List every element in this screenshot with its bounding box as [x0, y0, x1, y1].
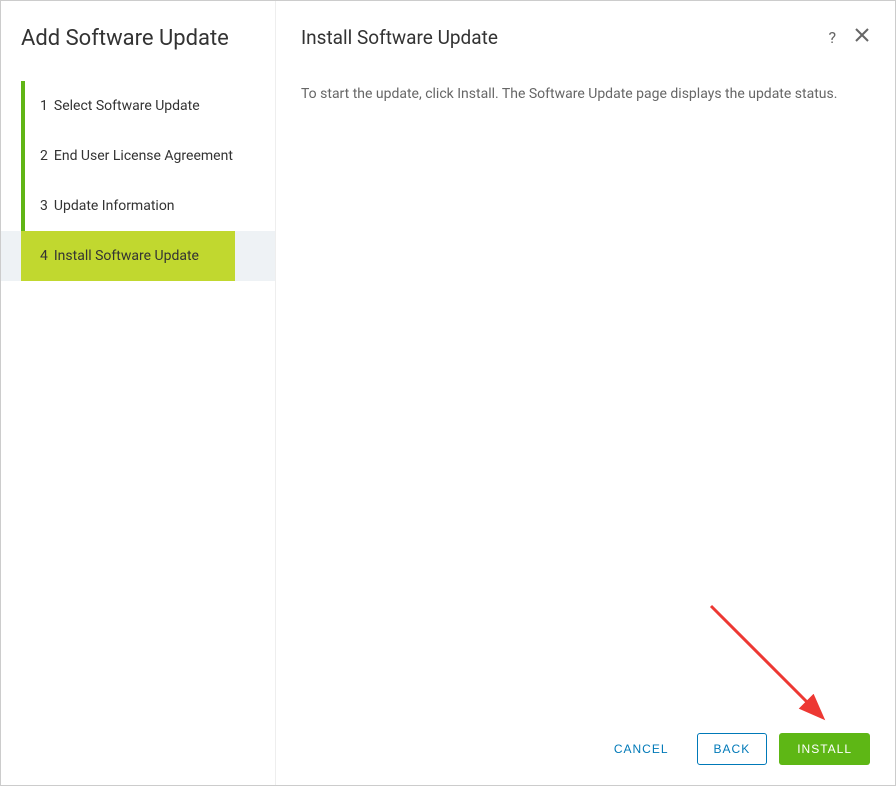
wizard-steps: 1 Select Software Update 2 End User Lice…: [1, 81, 275, 281]
step-select-software-update[interactable]: 1 Select Software Update: [1, 81, 275, 131]
step-eula[interactable]: 2 End User License Agreement: [1, 131, 275, 181]
step-label-wrapper: 4 Install Software Update: [25, 231, 235, 281]
install-button[interactable]: INSTALL: [779, 733, 870, 765]
step-update-information[interactable]: 3 Update Information: [1, 181, 275, 231]
header-actions: ?: [828, 27, 870, 48]
content-title: Install Software Update: [301, 26, 498, 49]
content-header: Install Software Update ?: [301, 26, 870, 49]
step-install-software-update[interactable]: 4 Install Software Update: [1, 231, 275, 281]
cancel-button[interactable]: CANCEL: [598, 733, 685, 765]
sidebar-title: Add Software Update: [1, 21, 275, 81]
step-label: Install Software Update: [54, 248, 199, 264]
step-number: 1: [40, 98, 48, 114]
step-label: Select Software Update: [54, 98, 200, 114]
wizard-sidebar: Add Software Update 1 Select Software Up…: [1, 1, 276, 785]
step-label: Update Information: [54, 198, 175, 214]
wizard-dialog: Add Software Update 1 Select Software Up…: [0, 0, 896, 786]
content-body: To start the update, click Install. The …: [301, 84, 870, 718]
step-label-wrapper: 1 Select Software Update: [25, 81, 235, 131]
step-number: 4: [40, 248, 48, 264]
step-number: 3: [40, 198, 48, 214]
step-label: End User License Agreement: [54, 148, 233, 164]
step-label-wrapper: 3 Update Information: [25, 181, 235, 231]
help-icon[interactable]: ?: [828, 28, 836, 47]
description-text: To start the update, click Install. The …: [301, 84, 861, 105]
wizard-main: Install Software Update ? To start the u…: [276, 1, 895, 785]
close-icon[interactable]: [854, 27, 870, 48]
step-number: 2: [40, 148, 48, 164]
footer-actions: CANCEL BACK INSTALL: [301, 718, 870, 765]
back-button[interactable]: BACK: [697, 733, 768, 765]
step-label-wrapper: 2 End User License Agreement: [25, 131, 235, 181]
